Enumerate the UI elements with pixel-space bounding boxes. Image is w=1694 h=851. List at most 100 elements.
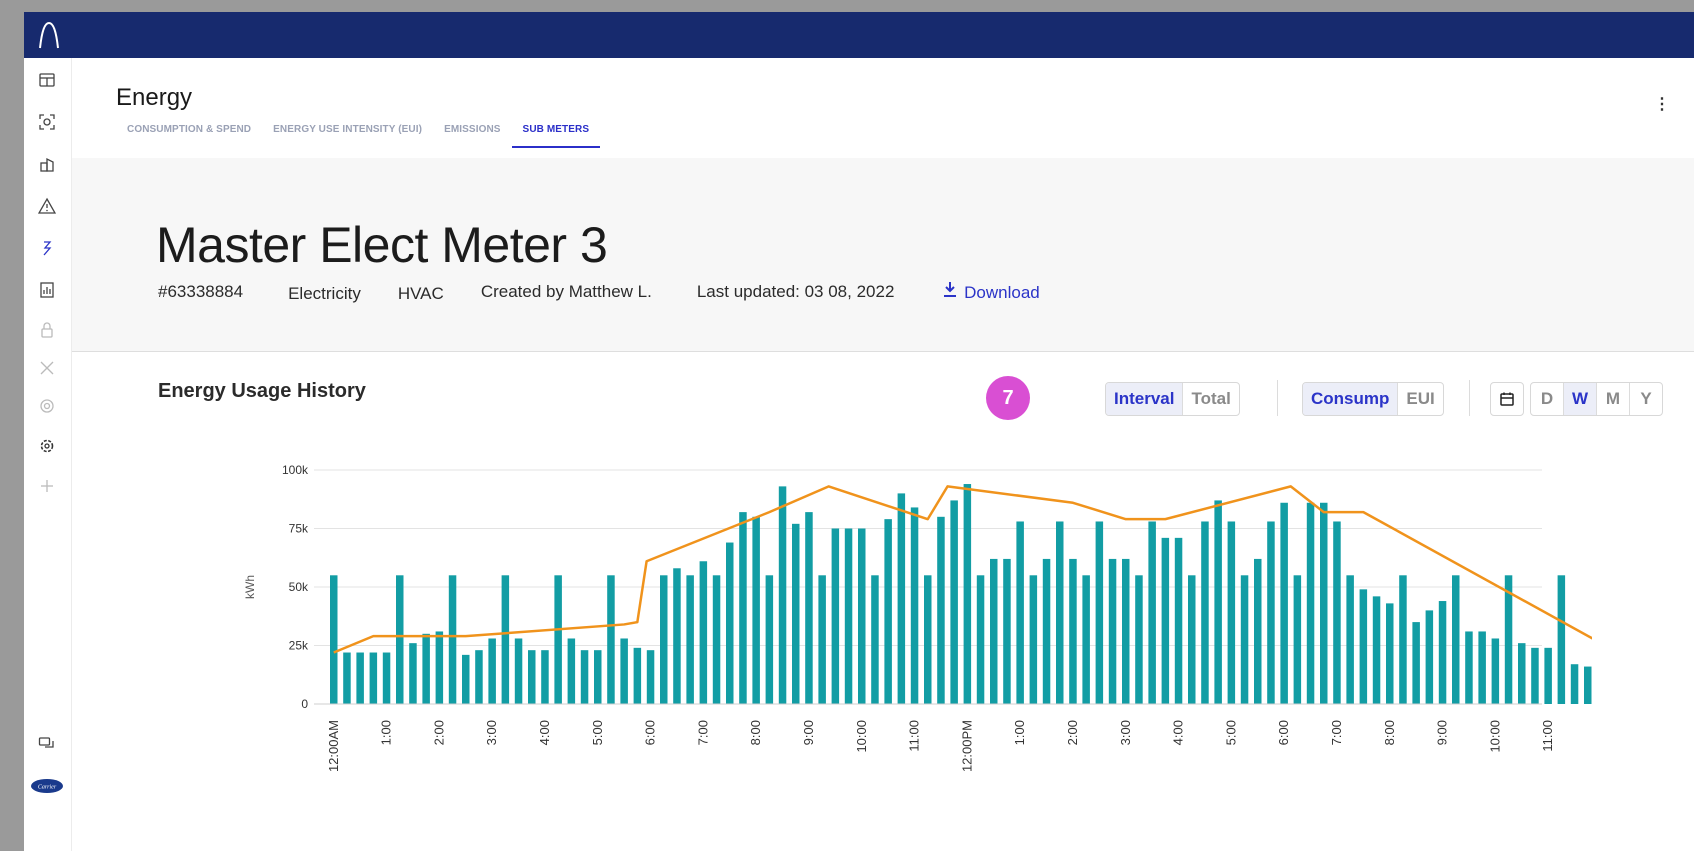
sidebar: Carrier bbox=[24, 58, 72, 851]
bar bbox=[1518, 643, 1526, 704]
bar bbox=[1438, 601, 1447, 704]
calendar-icon bbox=[1500, 392, 1514, 406]
bar bbox=[1491, 638, 1500, 704]
energy-icon[interactable] bbox=[37, 238, 57, 258]
bar bbox=[1003, 558, 1011, 704]
y-tick-label: 50k bbox=[289, 580, 309, 594]
tools-icon[interactable] bbox=[37, 358, 57, 378]
main-content: Energy ⋮ CONSUMPTION & SPEND ENERGY USE … bbox=[72, 58, 1694, 851]
tab-sub-meters[interactable]: SUB METERS bbox=[511, 116, 601, 148]
bar bbox=[528, 650, 536, 704]
metric-toggle: Consump EUI bbox=[1302, 382, 1444, 416]
bar bbox=[1478, 631, 1486, 704]
meter-last-updated: Last updated: 03 08, 2022 bbox=[696, 281, 895, 301]
metric-option-consump[interactable]: Consump bbox=[1303, 383, 1399, 415]
calendar-button[interactable] bbox=[1490, 382, 1524, 416]
tab-emissions[interactable]: EMISSIONS bbox=[433, 116, 511, 148]
svg-text:Carrier: Carrier bbox=[38, 785, 57, 791]
x-tick-label: 5:00 bbox=[1223, 720, 1238, 745]
bar bbox=[567, 638, 576, 704]
period-option-y[interactable]: Y bbox=[1630, 383, 1662, 415]
meter-id: #63338884 bbox=[158, 281, 244, 301]
more-options-icon[interactable]: ⋮ bbox=[1654, 94, 1670, 114]
x-tick-label: 4:00 bbox=[1171, 720, 1186, 745]
dashboard-icon[interactable] bbox=[37, 70, 57, 90]
y-tick-label: 75k bbox=[289, 522, 309, 536]
period-option-d[interactable]: D bbox=[1531, 383, 1564, 415]
bar bbox=[897, 493, 906, 704]
bar bbox=[594, 650, 602, 704]
bar bbox=[488, 638, 496, 704]
y-tick-label: 0 bbox=[301, 697, 308, 711]
period-toggle: D W M Y bbox=[1530, 382, 1663, 416]
bar bbox=[1399, 575, 1407, 704]
settings-icon[interactable] bbox=[37, 436, 57, 456]
bar bbox=[343, 652, 351, 704]
x-tick-label: 6:00 bbox=[643, 720, 658, 745]
bar bbox=[435, 631, 444, 704]
bar bbox=[1346, 575, 1354, 704]
bar bbox=[356, 652, 364, 704]
bar bbox=[382, 652, 391, 704]
bar bbox=[1359, 589, 1368, 704]
add-icon[interactable] bbox=[37, 476, 57, 496]
app-logo-icon[interactable] bbox=[36, 20, 62, 50]
bar bbox=[858, 528, 866, 704]
download-icon bbox=[944, 282, 957, 297]
alert-icon[interactable] bbox=[37, 196, 57, 216]
bar bbox=[448, 575, 457, 704]
bar bbox=[1320, 502, 1328, 704]
bar bbox=[937, 516, 945, 704]
x-tick-label: 11:00 bbox=[1540, 720, 1555, 752]
bar bbox=[1214, 500, 1222, 704]
bar bbox=[686, 575, 694, 704]
chat-icon[interactable] bbox=[37, 734, 57, 754]
x-tick-label: 2:00 bbox=[1065, 720, 1080, 745]
period-option-m[interactable]: M bbox=[1597, 383, 1630, 415]
download-button[interactable]: Download bbox=[941, 280, 1040, 303]
period-option-w[interactable]: W bbox=[1564, 383, 1597, 415]
bar bbox=[1386, 603, 1394, 704]
bar bbox=[1452, 575, 1460, 704]
report-icon[interactable] bbox=[37, 280, 57, 300]
download-label: Download bbox=[964, 283, 1040, 302]
y-axis-label: kWh bbox=[243, 575, 257, 599]
tab-bar: CONSUMPTION & SPEND ENERGY USE INTENSITY… bbox=[116, 116, 601, 148]
bar bbox=[646, 650, 655, 704]
bar bbox=[1056, 521, 1064, 704]
bar bbox=[765, 575, 774, 704]
metric-option-eui[interactable]: EUI bbox=[1398, 383, 1442, 415]
meter-type: Electricity bbox=[288, 283, 361, 303]
bar bbox=[1425, 610, 1434, 704]
step-badge: 7 bbox=[986, 376, 1030, 420]
target-icon[interactable] bbox=[37, 396, 57, 416]
bar bbox=[699, 561, 708, 704]
bar bbox=[1412, 622, 1420, 704]
bar bbox=[1042, 558, 1051, 704]
tab-consumption-spend[interactable]: CONSUMPTION & SPEND bbox=[116, 116, 262, 148]
mode-option-interval[interactable]: Interval bbox=[1106, 383, 1184, 415]
bar bbox=[514, 638, 523, 704]
bar bbox=[396, 575, 404, 704]
lock-icon[interactable] bbox=[37, 320, 57, 340]
bar bbox=[1122, 558, 1130, 704]
bar bbox=[554, 575, 562, 704]
bar bbox=[1544, 647, 1552, 704]
buildings-icon[interactable] bbox=[37, 154, 57, 174]
mode-option-total[interactable]: Total bbox=[1183, 383, 1238, 415]
top-bar bbox=[24, 12, 1694, 58]
bar bbox=[330, 575, 338, 704]
bar bbox=[1135, 575, 1143, 704]
bar bbox=[1570, 664, 1579, 704]
bar bbox=[831, 528, 840, 704]
bar bbox=[778, 486, 787, 704]
x-tick-label: 9:00 bbox=[1435, 720, 1450, 745]
bar bbox=[1465, 631, 1473, 704]
bar bbox=[990, 558, 998, 704]
x-tick-label: 8:00 bbox=[748, 720, 763, 745]
x-tick-label: 1:00 bbox=[1012, 720, 1027, 745]
bar bbox=[1188, 575, 1196, 704]
scan-icon[interactable] bbox=[37, 112, 57, 132]
tab-eui[interactable]: ENERGY USE INTENSITY (EUI) bbox=[262, 116, 433, 148]
bar bbox=[462, 654, 470, 704]
